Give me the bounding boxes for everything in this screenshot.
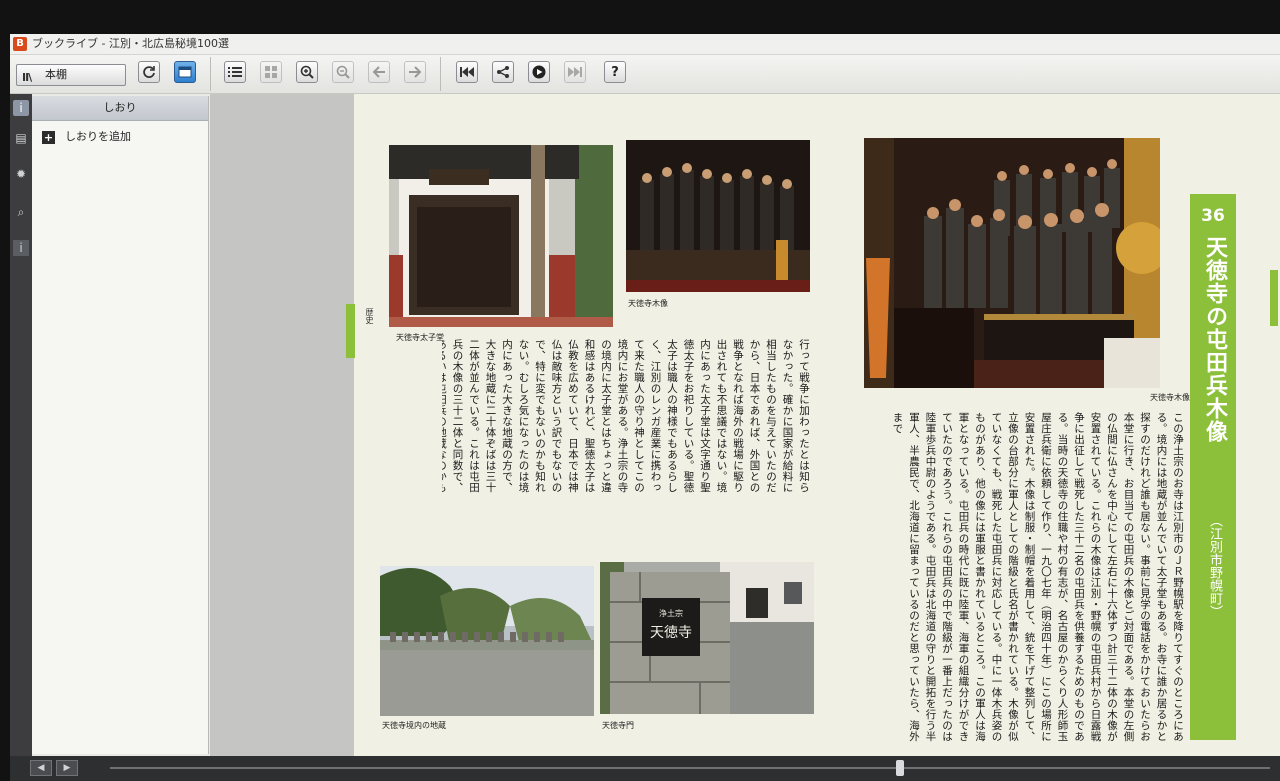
refresh-button[interactable] [138, 61, 160, 83]
plus-icon: + [42, 130, 55, 144]
bookshelf-icon: II\ [22, 71, 32, 84]
chapter-title-band: 36 天徳寺の屯田兵木像 （江別市野幌町） [1190, 194, 1236, 740]
zoom-in-button[interactable] [296, 61, 318, 83]
gate-plaque-main: 天徳寺 [650, 625, 692, 641]
arrow-left-icon [372, 66, 385, 78]
caption-taishido: 天徳寺太子堂 [396, 333, 444, 342]
photo-temple-gate: 浄土宗 天徳寺 [600, 562, 814, 714]
bookmark-panel: しおり + しおりを追加 [32, 96, 209, 754]
window-view-button[interactable] [174, 61, 196, 83]
page-edge-tab [1270, 270, 1278, 326]
app-window: B ブックライブ - 江別・北広島秘境100選 II\ 本棚 ? i ▤ ✹ ⌕… [10, 34, 1280, 781]
share-button[interactable] [492, 61, 514, 83]
toolbar: II\ 本棚 ? [10, 55, 1280, 94]
page-slider-thumb[interactable] [896, 760, 904, 776]
body-text-middle-top: 行って戦争に加わったとは知らなかった。確かに国家が給料に相当したものを与えていた… [442, 339, 812, 499]
skip-forward-icon [568, 67, 582, 77]
caption-wooden-statues-large: 天徳寺木像 [1150, 393, 1190, 402]
triangle-right-icon: ▶ [63, 763, 71, 773]
book-page: 歴史 天徳寺太子堂 天徳寺木像 天徳寺木像 天徳寺境内の地蔵 浄土宗 天徳寺 天… [346, 94, 1280, 756]
about-icon[interactable]: i [13, 240, 29, 256]
autoplay-button[interactable] [528, 61, 550, 83]
section-tab [346, 304, 355, 358]
info-icon[interactable]: i [13, 100, 29, 116]
caption-jizo: 天徳寺境内の地蔵 [382, 721, 446, 730]
skip-back-icon [460, 67, 474, 77]
photo-wooden-statues-small [626, 140, 810, 292]
chapter-title: 天徳寺の屯田兵木像 [1202, 236, 1227, 443]
toolbar-separator [210, 57, 211, 91]
window-view-icon [178, 66, 192, 78]
caption-temple-gate: 天徳寺門 [602, 721, 634, 730]
add-bookmark-label: しおりを追加 [65, 130, 131, 143]
toc-icon[interactable]: ▤ [13, 130, 29, 146]
section-label: 歴史 [365, 308, 374, 324]
help-icon: ? [611, 64, 619, 80]
settings-icon[interactable]: ✹ [13, 166, 29, 182]
zoom-in-icon [300, 65, 314, 79]
toolbar-separator [440, 57, 441, 91]
gate-plaque-top: 浄土宗 [659, 609, 683, 618]
first-page-button[interactable] [456, 61, 478, 83]
triangle-left-icon: ◀ [37, 763, 45, 773]
next-page-button[interactable]: ▶ [56, 760, 78, 776]
body-middle: 行って戦争に加わったとは知らなかった。確かに国家が給料に相当したものを与えていた… [442, 339, 810, 493]
side-rail: i ▤ ✹ ⌕ i [10, 94, 32, 756]
title-bar: B ブックライブ - 江別・北広島秘境100選 [10, 34, 1280, 55]
arrow-right-icon [409, 66, 422, 78]
app-logo-icon: B [13, 37, 27, 51]
zoom-out-icon [336, 65, 350, 79]
prev-page-button[interactable]: ◀ [30, 760, 52, 776]
back-button[interactable] [368, 61, 390, 83]
chapter-subtitle: （江別市野幌町） [1207, 514, 1222, 618]
panel-header: しおり [32, 96, 208, 121]
photo-taishido [389, 145, 613, 327]
last-page-button[interactable] [564, 61, 586, 83]
photo-jizo [380, 566, 594, 716]
grid-icon [265, 66, 277, 78]
search-icon[interactable]: ⌕ [13, 204, 29, 220]
list-icon [228, 67, 242, 77]
thumbnail-grid-button[interactable] [260, 61, 282, 83]
refresh-icon [143, 66, 155, 78]
photo-wooden-statues-large [864, 138, 1160, 388]
page-slider-bar: ◀ ▶ [10, 756, 1280, 781]
share-icon [497, 66, 509, 78]
play-icon [532, 65, 546, 79]
help-button[interactable]: ? [604, 61, 626, 83]
forward-button[interactable] [404, 61, 426, 83]
reader-viewport[interactable]: 歴史 天徳寺太子堂 天徳寺木像 天徳寺木像 天徳寺境内の地蔵 浄土宗 天徳寺 天… [210, 94, 1280, 756]
add-bookmark-button[interactable]: + しおりを追加 [42, 128, 131, 146]
body-text-right: この浄土宗のお寺は江別市のＪＲ野幌駅を降りてすぐのところにある。境内には地蔵が並… [874, 412, 1186, 750]
window-title: ブックライブ - 江別・北広島秘境100選 [32, 37, 229, 50]
chapter-number: 36 [1201, 206, 1225, 226]
zoom-out-button[interactable] [332, 61, 354, 83]
toc-list-button[interactable] [224, 61, 246, 83]
caption-wooden-statues-small: 天徳寺木像 [628, 299, 668, 308]
bookshelf-label: 本棚 [45, 68, 67, 81]
page-slider-track[interactable] [110, 767, 1270, 769]
bookshelf-button[interactable]: II\ 本棚 [16, 64, 126, 86]
body-right: この浄土宗のお寺は江別市のＪＲ野幌駅を降りてすぐのところにある。境内には地蔵が並… [891, 412, 1185, 742]
